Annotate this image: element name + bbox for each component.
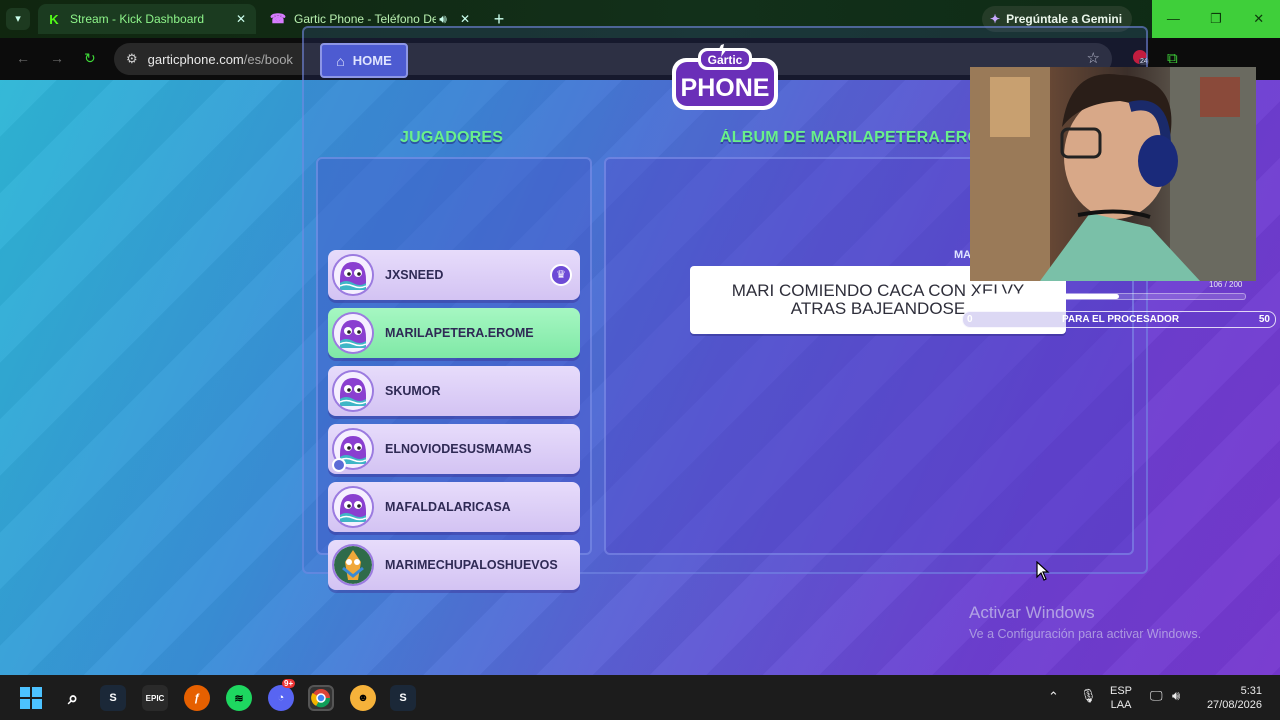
gemini-label: Pregúntale a Gemini — [1006, 12, 1123, 26]
app-character-icon[interactable]: ☻ — [350, 685, 376, 711]
close-tab-icon[interactable]: ✕ — [458, 12, 472, 26]
language-code: ESP — [1110, 685, 1133, 697]
player-card[interactable]: MAFALDALARICASA — [328, 482, 580, 532]
home-icon: ⌂ — [336, 52, 345, 69]
activate-windows-title: Activar Windows — [969, 603, 1095, 622]
kick-icon: K — [49, 11, 59, 27]
player-card[interactable]: MARIMECHUPALOSHUEVOS — [328, 540, 580, 590]
processor-goal-bar: 0 PARA EL PROCESADOR 50 — [962, 311, 1276, 328]
windows-start-icon[interactable] — [18, 685, 44, 711]
firefox-icon[interactable]: ƒ — [184, 685, 210, 711]
network-icon[interactable]: 🖵︎ — [1150, 688, 1163, 704]
restore-button[interactable]: ❐ — [1195, 0, 1238, 38]
processor-goal-label: PARA EL PROCESADOR — [1062, 314, 1180, 325]
activate-windows-subtitle: Ve a Configuración para activar Windows. — [969, 627, 1202, 641]
player-card[interactable]: JXSNEED ♛ — [328, 250, 580, 300]
site-info-icon[interactable]: ⚙ — [126, 51, 138, 67]
volume-icon[interactable]: 🔊︎ — [1172, 688, 1180, 704]
gartic-phone-logo: Gartic PHONE — [672, 44, 778, 110]
processor-goal-max: 50 — [1258, 314, 1270, 325]
language-indicator[interactable]: ESP LAA — [1110, 684, 1132, 712]
clock-time: 5:31 — [1240, 685, 1262, 697]
crown-icon: ♛ — [550, 264, 572, 286]
steam-icon-2[interactable]: S — [390, 685, 416, 711]
tray-overflow-icon[interactable]: ⌃ — [1048, 689, 1059, 705]
goal-progress-fill — [977, 294, 1120, 299]
microphone-icon[interactable]: 🎙︎ — [1080, 688, 1097, 704]
goal-progress-bar — [976, 293, 1246, 300]
album-host-label: MA — [954, 249, 972, 261]
steam-icon[interactable]: S — [100, 685, 126, 711]
windows-taskbar: ⌕ S EPIC ƒ ≋ ◔ 9+ ☻ S ⌃ 🎙︎ ESP LAA 🖵︎ 🔊︎… — [0, 675, 1280, 720]
close-tab-icon[interactable]: ✕ — [234, 12, 248, 26]
forward-icon[interactable]: → — [50, 50, 64, 66]
player-card[interactable]: MARILAPETERA.EROME — [328, 308, 580, 358]
logo-top-text: Gartic — [708, 53, 743, 67]
player-avatar — [332, 486, 374, 528]
user-badge-icon — [332, 458, 346, 472]
processor-goal-min: 0 — [967, 314, 973, 325]
webcam-feed-image — [970, 67, 1256, 281]
player-card[interactable]: SKUMOR — [328, 366, 580, 416]
window-controls: — ❐ ✕ — [1152, 0, 1280, 38]
player-avatar — [332, 254, 374, 296]
player-avatar — [332, 370, 374, 412]
gartic-phone-icon: ☎ — [269, 11, 287, 26]
player-avatar-special — [332, 544, 374, 586]
album-heading: ÁLBUM DE MARILAPETERA.EROME — [720, 129, 970, 146]
spotify-icon[interactable]: ≋ — [226, 685, 252, 711]
search-icon[interactable]: ⌕ — [60, 685, 86, 711]
reload-icon[interactable]: ↻ — [84, 50, 96, 67]
mouse-cursor-icon — [1036, 561, 1050, 581]
clock[interactable]: 5:31 27/08/2026 — [1200, 684, 1262, 712]
player-avatar — [332, 312, 374, 354]
player-name: ELNOVIODESUSMAMAS — [385, 442, 532, 456]
player-name: SKUMOR — [385, 384, 441, 398]
player-name: MARILAPETERA.EROME — [385, 326, 534, 340]
extensions-puzzle-icon[interactable]: ⧉ — [1167, 50, 1178, 67]
tab-title: Gartic Phone - Teléfono De — [294, 12, 436, 26]
keyboard-layout: LAA — [1110, 699, 1132, 711]
epic-games-icon[interactable]: EPIC — [142, 685, 168, 711]
player-name: MAFALDALARICASA — [385, 500, 511, 514]
discord-icon[interactable]: ◔ 9+ — [268, 679, 296, 711]
gemini-sparkle-icon: ✦ — [990, 12, 1001, 26]
minimize-button[interactable]: — — [1152, 0, 1195, 38]
goal-count: 106 / 200 — [1209, 280, 1243, 289]
tab-kick-dashboard[interactable]: K Stream - Kick Dashboard ✕ — [38, 4, 256, 34]
home-button[interactable]: ⌂ HOME — [320, 43, 408, 78]
logo-bottom-text: PHONE — [681, 74, 770, 102]
tab-search-button[interactable]: ▾ — [6, 8, 30, 30]
player-card[interactable]: ELNOVIODESUSMAMAS — [328, 424, 580, 474]
discord-badge: 9+ — [282, 679, 296, 688]
chrome-icon[interactable] — [308, 685, 334, 711]
player-name: JXSNEED — [385, 268, 444, 282]
home-label: HOME — [352, 53, 392, 68]
clock-date: 27/08/2026 — [1206, 699, 1262, 711]
player-name: MARIMECHUPALOSHUEVOS — [385, 558, 558, 572]
url-path: /es/book — [243, 51, 293, 67]
tab-title: Stream - Kick Dashboard — [70, 12, 205, 26]
webcam-overlay — [970, 67, 1256, 281]
speaker-icon[interactable]: 🔊︎ — [436, 12, 450, 27]
back-icon[interactable]: ← — [16, 50, 30, 66]
url-domain: garticphone.com — [147, 51, 244, 67]
players-heading: JUGADORES — [400, 129, 504, 146]
close-window-button[interactable]: ✕ — [1237, 0, 1280, 38]
